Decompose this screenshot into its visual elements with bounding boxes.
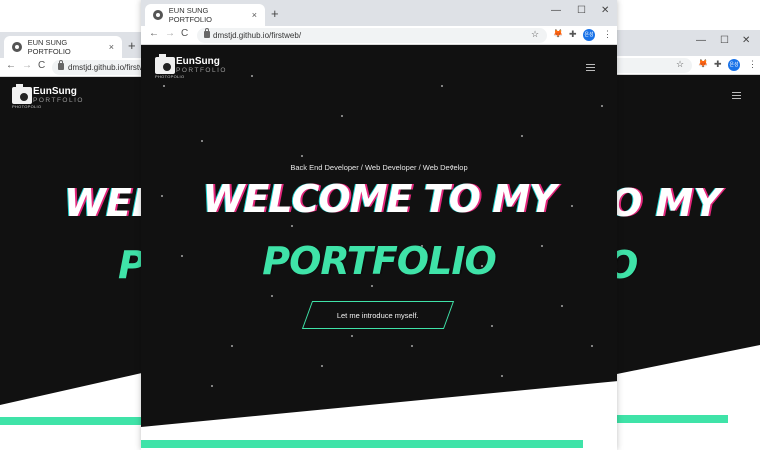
logo-name: EunSung: [176, 56, 220, 67]
left-browser-window: EUN SUNG PORTFOLIO × + ← → C dmstjd.gith…: [0, 32, 160, 450]
star-dot: [441, 85, 443, 87]
left-tab-title: EUN SUNG PORTFOLIO: [27, 38, 71, 56]
metamask-fox-icon[interactable]: 🦊: [553, 29, 563, 38]
close-icon[interactable]: ×: [109, 42, 114, 52]
star-icon[interactable]: ☆: [531, 29, 539, 40]
extensions-icon[interactable]: ✚: [569, 29, 577, 40]
maximize-icon[interactable]: ☐: [720, 35, 729, 46]
right-page: O MY O: [612, 75, 760, 450]
left-logo[interactable]: EunSung PORTFOLIO PHOTOPOLIO: [12, 84, 84, 109]
front-tab[interactable]: EUN SUNG PORTFOLIO ×: [145, 4, 265, 26]
metamask-fox-icon[interactable]: 🦊: [698, 59, 708, 68]
right-hero: [612, 75, 760, 375]
star-dot: [321, 365, 323, 367]
site-logo[interactable]: EunSung PORTFOLIO PHOTOPOLIO: [155, 54, 227, 79]
lock-icon: [58, 60, 64, 70]
left-tab-strip: EUN SUNG PORTFOLIO × +: [0, 32, 160, 58]
right-toolbar: ☆ 🦊 ✚ 은성 ⋮: [612, 56, 760, 75]
star-dot: [341, 115, 343, 117]
right-address-bar[interactable]: ☆: [612, 58, 692, 73]
front-toolbar: ← → C dmstjd.github.io/firstweb/ ☆ 🦊 ✚ 은…: [141, 26, 617, 45]
right-accent-bar: [612, 415, 728, 423]
extensions-icon[interactable]: ✚: [714, 59, 722, 70]
front-tab-strip: EUN SUNG PORTFOLIO × + — ☐ ✕: [141, 0, 617, 26]
left-accent-bar: [0, 417, 160, 425]
accent-bar: [141, 440, 583, 448]
introduce-button[interactable]: Let me introduce myself.: [301, 301, 455, 329]
right-headline-fragment: O MY: [612, 181, 721, 225]
star-dot: [521, 135, 523, 137]
more-menu-icon[interactable]: ⋮: [748, 59, 757, 70]
back-icon[interactable]: ←: [6, 60, 16, 71]
hero-section: [141, 45, 617, 427]
star-dot: [271, 295, 273, 297]
camera-logo-icon: [12, 84, 32, 104]
left-hero: [0, 77, 160, 405]
more-menu-icon[interactable]: ⋮: [603, 29, 612, 40]
hamburger-menu-icon[interactable]: [586, 64, 595, 71]
new-tab-button[interactable]: +: [128, 38, 136, 53]
reload-icon[interactable]: C: [181, 28, 188, 39]
hero-tagline: Back End Developer / Web Developer / Web…: [290, 163, 468, 172]
front-address-bar[interactable]: dmstjd.github.io/firstweb/ ☆: [197, 28, 547, 43]
hamburger-menu-icon[interactable]: [732, 92, 741, 99]
back-icon[interactable]: ←: [149, 28, 159, 39]
headline-welcome: WELCOME TO MY: [202, 177, 556, 221]
star-dot: [351, 335, 353, 337]
desktop: EUN SUNG PORTFOLIO × + ← → C dmstjd.gith…: [0, 0, 760, 450]
star-dot: [591, 345, 593, 347]
lock-icon: [204, 28, 210, 38]
camera-logo-icon: [155, 54, 175, 74]
headline-portfolio: PORTFOLIO: [262, 239, 497, 283]
minimize-icon[interactable]: —: [551, 5, 561, 16]
star-dot: [231, 345, 233, 347]
camera-favicon-icon: [12, 42, 22, 52]
right-browser-window: — ☐ ✕ ☆ 🦊 ✚ 은성 ⋮ O MY O: [612, 30, 760, 450]
front-url-text: dmstjd.github.io/firstweb/: [213, 31, 302, 40]
close-icon[interactable]: ×: [252, 10, 257, 20]
camera-favicon-icon: [153, 10, 163, 20]
front-tab-title: EUN SUNG PORTFOLIO: [168, 6, 212, 24]
star-dot: [291, 225, 293, 227]
star-dot: [163, 85, 165, 87]
introduce-button-label: Let me introduce myself.: [337, 310, 419, 320]
star-dot: [201, 140, 203, 142]
reload-icon[interactable]: C: [38, 60, 45, 71]
close-window-icon[interactable]: ✕: [742, 35, 750, 46]
minimize-icon[interactable]: —: [696, 35, 706, 46]
new-tab-button[interactable]: +: [271, 6, 279, 21]
maximize-icon[interactable]: ☐: [577, 5, 586, 16]
forward-icon[interactable]: →: [22, 60, 32, 71]
star-dot: [561, 305, 563, 307]
star-icon[interactable]: ☆: [676, 59, 684, 70]
star-dot: [251, 75, 253, 77]
logo-badge: PHOTOPOLIO: [155, 74, 185, 79]
forward-icon[interactable]: →: [165, 28, 175, 39]
star-dot: [301, 155, 303, 157]
star-dot: [601, 105, 603, 107]
left-toolbar: ← → C dmstjd.github.io/firstweb/: [0, 58, 160, 77]
star-dot: [491, 325, 493, 327]
left-page: EunSung PORTFOLIO PHOTOPOLIO WEL P: [0, 77, 160, 450]
left-tab[interactable]: EUN SUNG PORTFOLIO ×: [4, 36, 122, 58]
left-logo-name: EunSung: [33, 86, 77, 97]
front-page: EunSung PORTFOLIO PHOTOPOLIO Back End De…: [141, 45, 617, 450]
profile-avatar[interactable]: 은성: [583, 29, 595, 41]
star-dot: [501, 375, 503, 377]
profile-avatar[interactable]: 은성: [728, 59, 740, 71]
right-tab-strip: — ☐ ✕: [612, 30, 760, 56]
front-browser-window: EUN SUNG PORTFOLIO × + — ☐ ✕ ← → C dmstj…: [141, 0, 617, 450]
star-dot: [411, 345, 413, 347]
star-dot: [211, 385, 213, 387]
close-window-icon[interactable]: ✕: [601, 5, 609, 16]
left-logo-badge: PHOTOPOLIO: [12, 104, 42, 109]
star-dot: [371, 285, 373, 287]
